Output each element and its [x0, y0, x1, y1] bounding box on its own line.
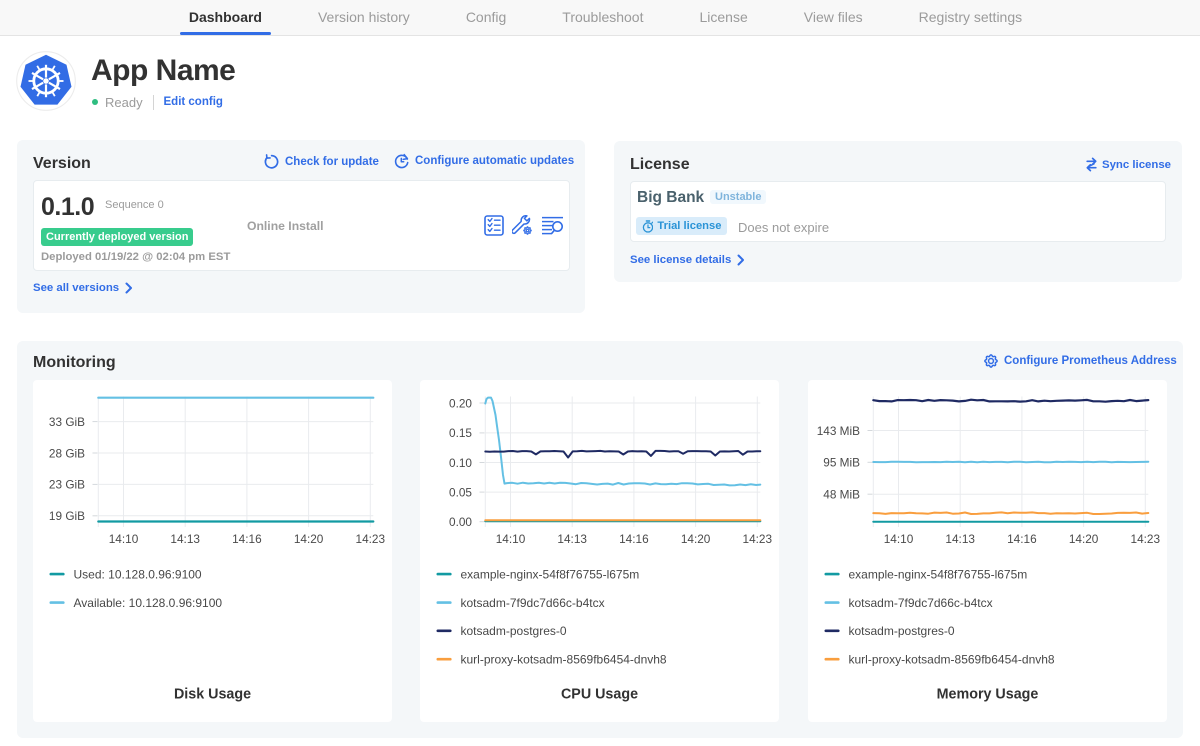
- svg-text:14:20: 14:20: [681, 532, 711, 546]
- svg-text:kotsadm-7f9dc7d66c-b4tcx: kotsadm-7f9dc7d66c-b4tcx: [849, 596, 993, 610]
- svg-text:14:16: 14:16: [619, 532, 649, 546]
- svg-text:kotsadm-postgres-0: kotsadm-postgres-0: [461, 624, 567, 638]
- svg-text:33 GiB: 33 GiB: [49, 415, 85, 429]
- svg-text:14:13: 14:13: [557, 532, 587, 546]
- svg-text:example-nginx-54f8f76755-l675m: example-nginx-54f8f76755-l675m: [461, 567, 640, 581]
- svg-text:14:10: 14:10: [109, 532, 139, 546]
- svg-text:Used: 10.128.0.96:9100: Used: 10.128.0.96:9100: [74, 567, 202, 581]
- svg-text:14:20: 14:20: [1069, 532, 1099, 546]
- svg-text:23 GiB: 23 GiB: [49, 478, 85, 492]
- svg-text:14:13: 14:13: [945, 532, 975, 546]
- svg-text:Disk Usage: Disk Usage: [174, 687, 251, 703]
- svg-text:14:23: 14:23: [1131, 532, 1161, 546]
- svg-text:Available: 10.128.0.96:9100: Available: 10.128.0.96:9100: [74, 596, 223, 610]
- svg-text:0.05: 0.05: [449, 485, 472, 499]
- svg-text:0.15: 0.15: [449, 426, 472, 440]
- svg-text:14:10: 14:10: [496, 532, 526, 546]
- svg-text:kurl-proxy-kotsadm-8569fb6454-: kurl-proxy-kotsadm-8569fb6454-dnvh8: [849, 653, 1055, 667]
- svg-text:example-nginx-54f8f76755-l675m: example-nginx-54f8f76755-l675m: [849, 567, 1028, 581]
- svg-text:95 MiB: 95 MiB: [823, 456, 860, 470]
- svg-text:kurl-proxy-kotsadm-8569fb6454-: kurl-proxy-kotsadm-8569fb6454-dnvh8: [461, 653, 667, 667]
- svg-text:14:23: 14:23: [743, 532, 773, 546]
- svg-text:14:10: 14:10: [884, 532, 914, 546]
- svg-text:48 MiB: 48 MiB: [823, 488, 860, 502]
- svg-text:14:16: 14:16: [1007, 532, 1037, 546]
- svg-text:143 MiB: 143 MiB: [817, 424, 860, 438]
- svg-text:14:13: 14:13: [170, 532, 200, 546]
- svg-text:14:16: 14:16: [232, 532, 262, 546]
- svg-text:kotsadm-7f9dc7d66c-b4tcx: kotsadm-7f9dc7d66c-b4tcx: [461, 596, 605, 610]
- svg-text:0.10: 0.10: [449, 456, 472, 470]
- svg-text:CPU Usage: CPU Usage: [561, 687, 638, 703]
- svg-text:19 GiB: 19 GiB: [49, 509, 85, 523]
- svg-text:14:23: 14:23: [356, 532, 386, 546]
- svg-text:0.20: 0.20: [449, 396, 472, 410]
- svg-text:Memory Usage: Memory Usage: [937, 687, 1039, 703]
- svg-text:kotsadm-postgres-0: kotsadm-postgres-0: [849, 624, 955, 638]
- svg-text:14:20: 14:20: [294, 532, 324, 546]
- svg-text:28 GiB: 28 GiB: [49, 446, 85, 460]
- svg-text:0.00: 0.00: [449, 515, 472, 529]
